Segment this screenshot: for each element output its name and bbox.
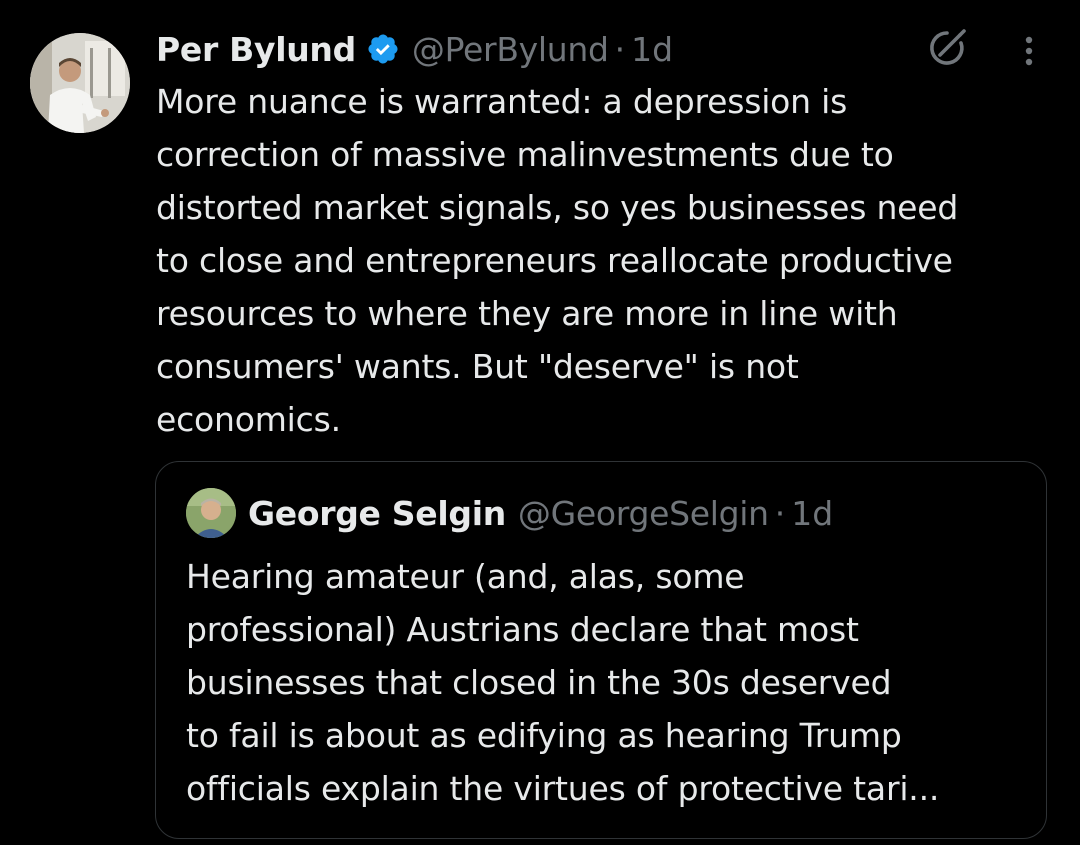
header-separator: · <box>614 29 626 69</box>
more-options-icon[interactable] <box>1014 33 1044 69</box>
verified-badge-icon <box>366 32 400 66</box>
grok-icon[interactable] <box>926 27 968 69</box>
author-avatar[interactable] <box>30 33 130 133</box>
quoted-tweet-timestamp: 1d <box>791 493 834 533</box>
quoted-tweet-card[interactable]: George Selgin @GeorgeSelgin · 1d Hearing… <box>155 461 1047 839</box>
quoted-tweet-header: George Selgin @GeorgeSelgin · 1d <box>186 488 833 538</box>
tweet-text: More nuance is warranted: a depression i… <box>156 82 959 439</box>
quoted-author-avatar <box>186 488 236 538</box>
quoted-author-handle: @GeorgeSelgin <box>517 493 769 533</box>
quoted-tweet-text: Hearing amateur (and, alas, some profess… <box>186 557 940 808</box>
author-name[interactable]: Per Bylund <box>156 30 356 69</box>
tweet-timestamp[interactable]: 1d <box>631 30 673 69</box>
author-avatar-image <box>30 33 130 133</box>
tweet-header: Per Bylund @PerBylund · 1d <box>156 24 673 74</box>
quoted-author-name: George Selgin <box>248 493 506 533</box>
quoted-header-separator: · <box>774 493 786 533</box>
author-handle[interactable]: @PerBylund <box>412 30 609 69</box>
